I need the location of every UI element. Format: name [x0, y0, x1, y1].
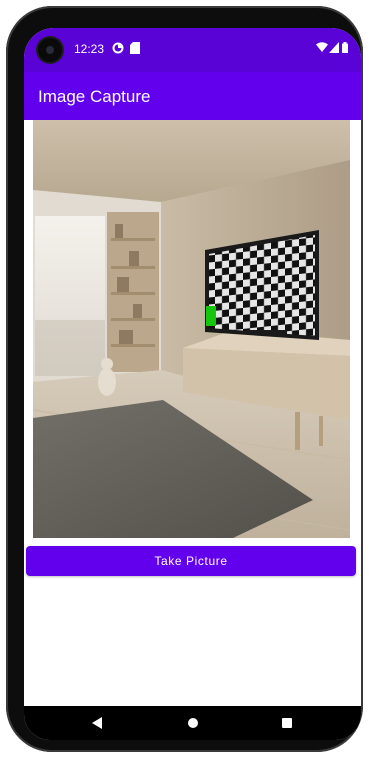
- status-bar: 12:23: [24, 28, 361, 72]
- screen: 12:23 Image Capture Take Picture: [24, 28, 361, 740]
- back-icon[interactable]: [92, 717, 102, 729]
- captured-room-photo: [33, 120, 350, 538]
- app-bar: Image Capture: [24, 72, 361, 120]
- phone-frame: 12:23 Image Capture Take Picture: [6, 6, 363, 752]
- wifi-icon: [316, 42, 328, 52]
- take-picture-label: Take Picture: [154, 554, 228, 568]
- take-picture-button[interactable]: Take Picture: [26, 546, 356, 576]
- cellular-signal-icon: [329, 42, 339, 53]
- recents-icon[interactable]: [282, 718, 292, 728]
- notification-app-icon: [112, 42, 124, 54]
- captured-image-preview: [33, 120, 350, 538]
- status-time: 12:23: [74, 42, 105, 56]
- home-icon[interactable]: [188, 718, 198, 728]
- navigation-bar: [24, 706, 361, 740]
- sd-card-icon: [130, 42, 140, 54]
- camera-punch-hole-icon: [38, 38, 62, 62]
- app-title: Image Capture: [38, 87, 151, 106]
- battery-icon: [342, 42, 348, 53]
